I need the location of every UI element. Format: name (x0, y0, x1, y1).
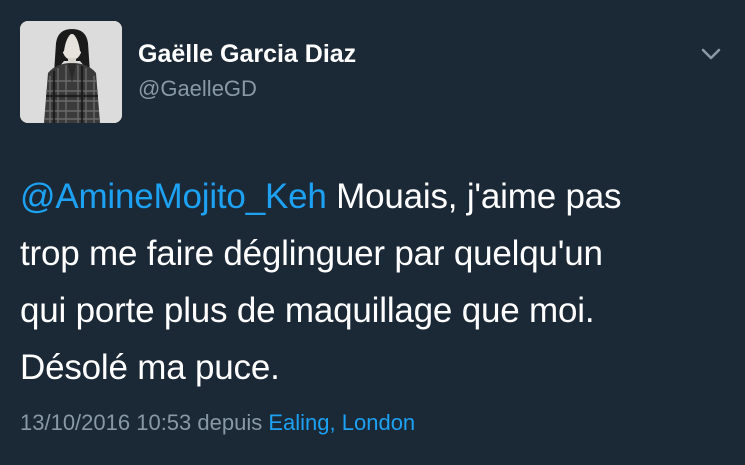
location-link[interactable]: Ealing, London (268, 410, 415, 435)
chevron-down-icon[interactable] (700, 46, 722, 62)
tweet-line-4: Désolé ma puce. (20, 348, 280, 387)
timestamp[interactable]: 13/10/2016 10:53 (20, 410, 191, 435)
display-name[interactable]: Gaëlle Garcia Diaz (138, 40, 356, 69)
profile-photo (20, 21, 122, 123)
tweet-line-1-text: Mouais, j'aime pas (326, 177, 622, 216)
tweet-text: @AmineMojito_Keh Mouais, j'aime pas trop… (20, 168, 725, 396)
tweet-meta: 13/10/2016 10:53 depuis Ealing, London (20, 410, 415, 436)
avatar[interactable] (20, 21, 122, 123)
tweet-line-3: qui porte plus de maquillage que moi. (20, 291, 595, 330)
user-handle[interactable]: @GaelleGD (138, 76, 257, 102)
tweet-line-1: @AmineMojito_Keh Mouais, j'aime pas (20, 168, 725, 225)
tweet-line-2: trop me faire déglinguer par quelqu'un (20, 234, 603, 273)
mention-link[interactable]: @AmineMojito_Keh (20, 177, 327, 216)
via-label: depuis (197, 410, 263, 435)
